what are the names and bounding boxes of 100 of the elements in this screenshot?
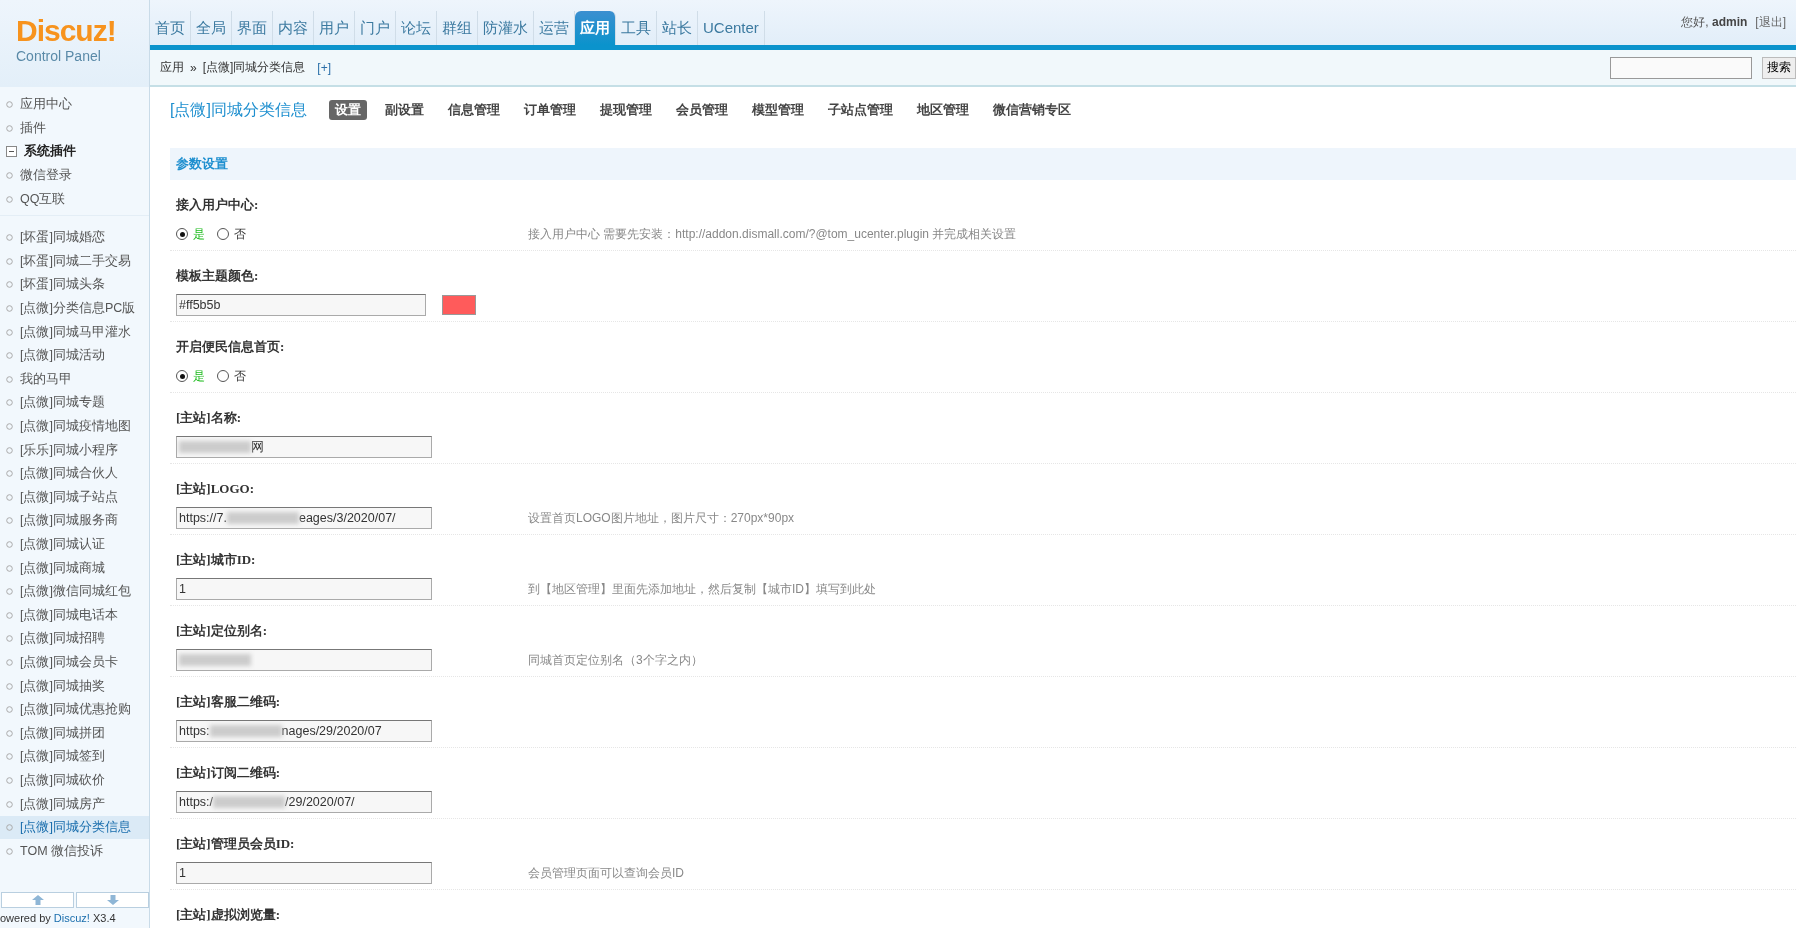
- field-value: https:: [179, 724, 210, 738]
- sidebar-group[interactable]: 系统插件: [0, 140, 149, 164]
- sidebar-item[interactable]: [点微]同城马甲灌水: [0, 320, 149, 344]
- sidebar-item[interactable]: TOM 微信投诉: [0, 839, 149, 863]
- radio-button[interactable]: [176, 228, 188, 240]
- sidebar-item[interactable]: [点微]同城电话本: [0, 603, 149, 628]
- sidebar-item[interactable]: [点微]同城优惠抢购: [0, 697, 149, 722]
- sidebar-item[interactable]: [点微]同城子站点: [0, 485, 149, 510]
- sidebar-item[interactable]: QQ互联: [0, 187, 149, 211]
- nav-tab[interactable]: UCenter: [698, 11, 765, 45]
- tab[interactable]: 提现管理: [593, 100, 658, 120]
- tab[interactable]: 子站点管理: [821, 100, 899, 120]
- nav-tab[interactable]: 站长: [657, 11, 698, 45]
- radio-option[interactable]: 否: [217, 225, 246, 243]
- tab[interactable]: 信息管理: [441, 100, 506, 120]
- collapse-icon[interactable]: [6, 146, 17, 158]
- text-field[interactable]: 网: [176, 436, 432, 458]
- nav-tab[interactable]: 工具: [616, 11, 657, 45]
- nav-tab[interactable]: 门户: [355, 11, 396, 45]
- nav-tab[interactable]: 群组: [437, 11, 478, 45]
- item-label: TOM 微信投诉: [20, 842, 104, 860]
- bullet-icon: [6, 446, 13, 454]
- sidebar-item[interactable]: [点微]微信同城红包: [0, 579, 149, 604]
- sidebar-item[interactable]: [点微]同城招聘: [0, 627, 149, 651]
- bullet-icon: [6, 423, 13, 430]
- item-label: 插件: [20, 119, 46, 137]
- tab[interactable]: 模型管理: [745, 100, 810, 120]
- color-swatch[interactable]: [441, 295, 476, 315]
- sidebar-item[interactable]: [点微]同城活动: [0, 343, 149, 368]
- bullet-icon: [6, 305, 13, 313]
- sidebar-item[interactable]: [点微]同城合伙人: [0, 461, 149, 486]
- setting-label: [主站]客服二维码:: [176, 693, 281, 711]
- sidebar-item[interactable]: [坏蛋]同城二手交易: [0, 249, 149, 274]
- breadcrumb-link[interactable]: 应用: [160, 59, 184, 76]
- logout-link[interactable]: [退出]: [1755, 14, 1786, 31]
- sidebar-item[interactable]: [点微]分类信息PC版: [0, 296, 149, 321]
- bullet-icon: [6, 124, 13, 132]
- text-field[interactable]: https:/ /29/2020/07/: [176, 791, 432, 813]
- radio-button[interactable]: [217, 228, 229, 240]
- hint-text: 会员管理页面可以查询会员ID: [528, 864, 684, 882]
- tab[interactable]: 副设置: [378, 100, 430, 120]
- sidebar-item[interactable]: [坏蛋]同城婚恋: [0, 225, 149, 250]
- item-label: QQ互联: [20, 190, 66, 208]
- sidebar-item[interactable]: [点微]同城签到: [0, 745, 149, 769]
- add-link[interactable]: [+]: [317, 60, 332, 75]
- bullet-icon: [6, 470, 13, 478]
- sidebar-item[interactable]: [点微]同城商城: [0, 556, 149, 580]
- tab[interactable]: 地区管理: [910, 100, 975, 120]
- sidebar-item[interactable]: [点微]同城拼团: [0, 721, 149, 746]
- nav-tab[interactable]: 防灌水: [478, 11, 534, 45]
- sidebar-item[interactable]: 我的马甲: [0, 367, 149, 392]
- nav-tab[interactable]: 论坛: [396, 11, 437, 45]
- sidebar-item[interactable]: [乐乐]同城小程序: [0, 438, 149, 462]
- bullet-icon: [6, 588, 13, 596]
- tab[interactable]: 订单管理: [517, 100, 582, 120]
- bullet-icon: [6, 257, 13, 265]
- breadcrumb-separator: »: [190, 60, 197, 75]
- nav-tab[interactable]: 内容: [273, 11, 314, 45]
- item-label: [点微]同城招聘: [20, 630, 105, 648]
- search-button[interactable]: 搜索: [1762, 56, 1796, 79]
- text-field[interactable]: #ff5b5b: [176, 294, 426, 316]
- breadcrumb-link[interactable]: [点微]同城分类信息: [202, 59, 306, 76]
- nav-tab[interactable]: 全局: [191, 11, 232, 45]
- radio-option[interactable]: 否: [217, 367, 246, 385]
- field-value: https://7.: [179, 511, 227, 525]
- text-field[interactable]: 1: [176, 578, 432, 600]
- tab[interactable]: 设置: [328, 100, 367, 120]
- sidebar-item[interactable]: [点微]同城砍价: [0, 768, 149, 793]
- nav-tab[interactable]: 界面: [232, 11, 273, 45]
- tab[interactable]: 微信营销专区: [986, 100, 1077, 120]
- sidebar-item[interactable]: 应用中心: [0, 93, 149, 117]
- radio-button[interactable]: [176, 370, 188, 382]
- bullet-icon: [6, 328, 13, 336]
- text-field[interactable]: https: nages/29/2020/07: [176, 720, 432, 742]
- text-field[interactable]: 1: [176, 862, 432, 884]
- sidebar-item[interactable]: 微信登录: [0, 163, 149, 188]
- sidebar-item[interactable]: [点微]同城抽奖: [0, 674, 149, 698]
- sidebar-item[interactable]: [坏蛋]同城头条: [0, 273, 149, 297]
- sidebar-item[interactable]: [点微]同城服务商: [0, 509, 149, 533]
- sidebar-item[interactable]: [点微]同城疫情地图: [0, 414, 149, 439]
- nav-tab[interactable]: 首页: [150, 11, 191, 45]
- tab[interactable]: 会员管理: [669, 100, 734, 120]
- sidebar-item[interactable]: [点微]同城认证: [0, 532, 149, 557]
- sidebar-item[interactable]: [点微]同城专题: [0, 391, 149, 415]
- text-field[interactable]: https://7. eages/3/2020/07/: [176, 507, 432, 529]
- setting-label: [主站]城市ID:: [176, 551, 257, 569]
- footer-text: owered by Discuz! X3.4: [0, 911, 117, 926]
- radio-button[interactable]: [217, 370, 229, 382]
- setting-label: [主站]订阅二维码:: [176, 764, 281, 782]
- field-value: #ff5b5b: [179, 298, 221, 312]
- sidebar-item[interactable]: 插件: [0, 116, 149, 141]
- sidebar-item[interactable]: [点微]同城分类信息: [0, 815, 149, 840]
- sidebar-item[interactable]: [点微]同城房产: [0, 792, 149, 816]
- nav-tab[interactable]: 用户: [314, 11, 355, 45]
- item-label: [点微]同城拼团: [20, 724, 105, 742]
- sidebar-item[interactable]: [点微]同城会员卡: [0, 650, 149, 675]
- search-field[interactable]: [1610, 56, 1752, 79]
- text-field[interactable]: [176, 649, 432, 671]
- item-label: [点微]同城电话本: [20, 606, 118, 624]
- bullet-icon: [6, 195, 13, 203]
